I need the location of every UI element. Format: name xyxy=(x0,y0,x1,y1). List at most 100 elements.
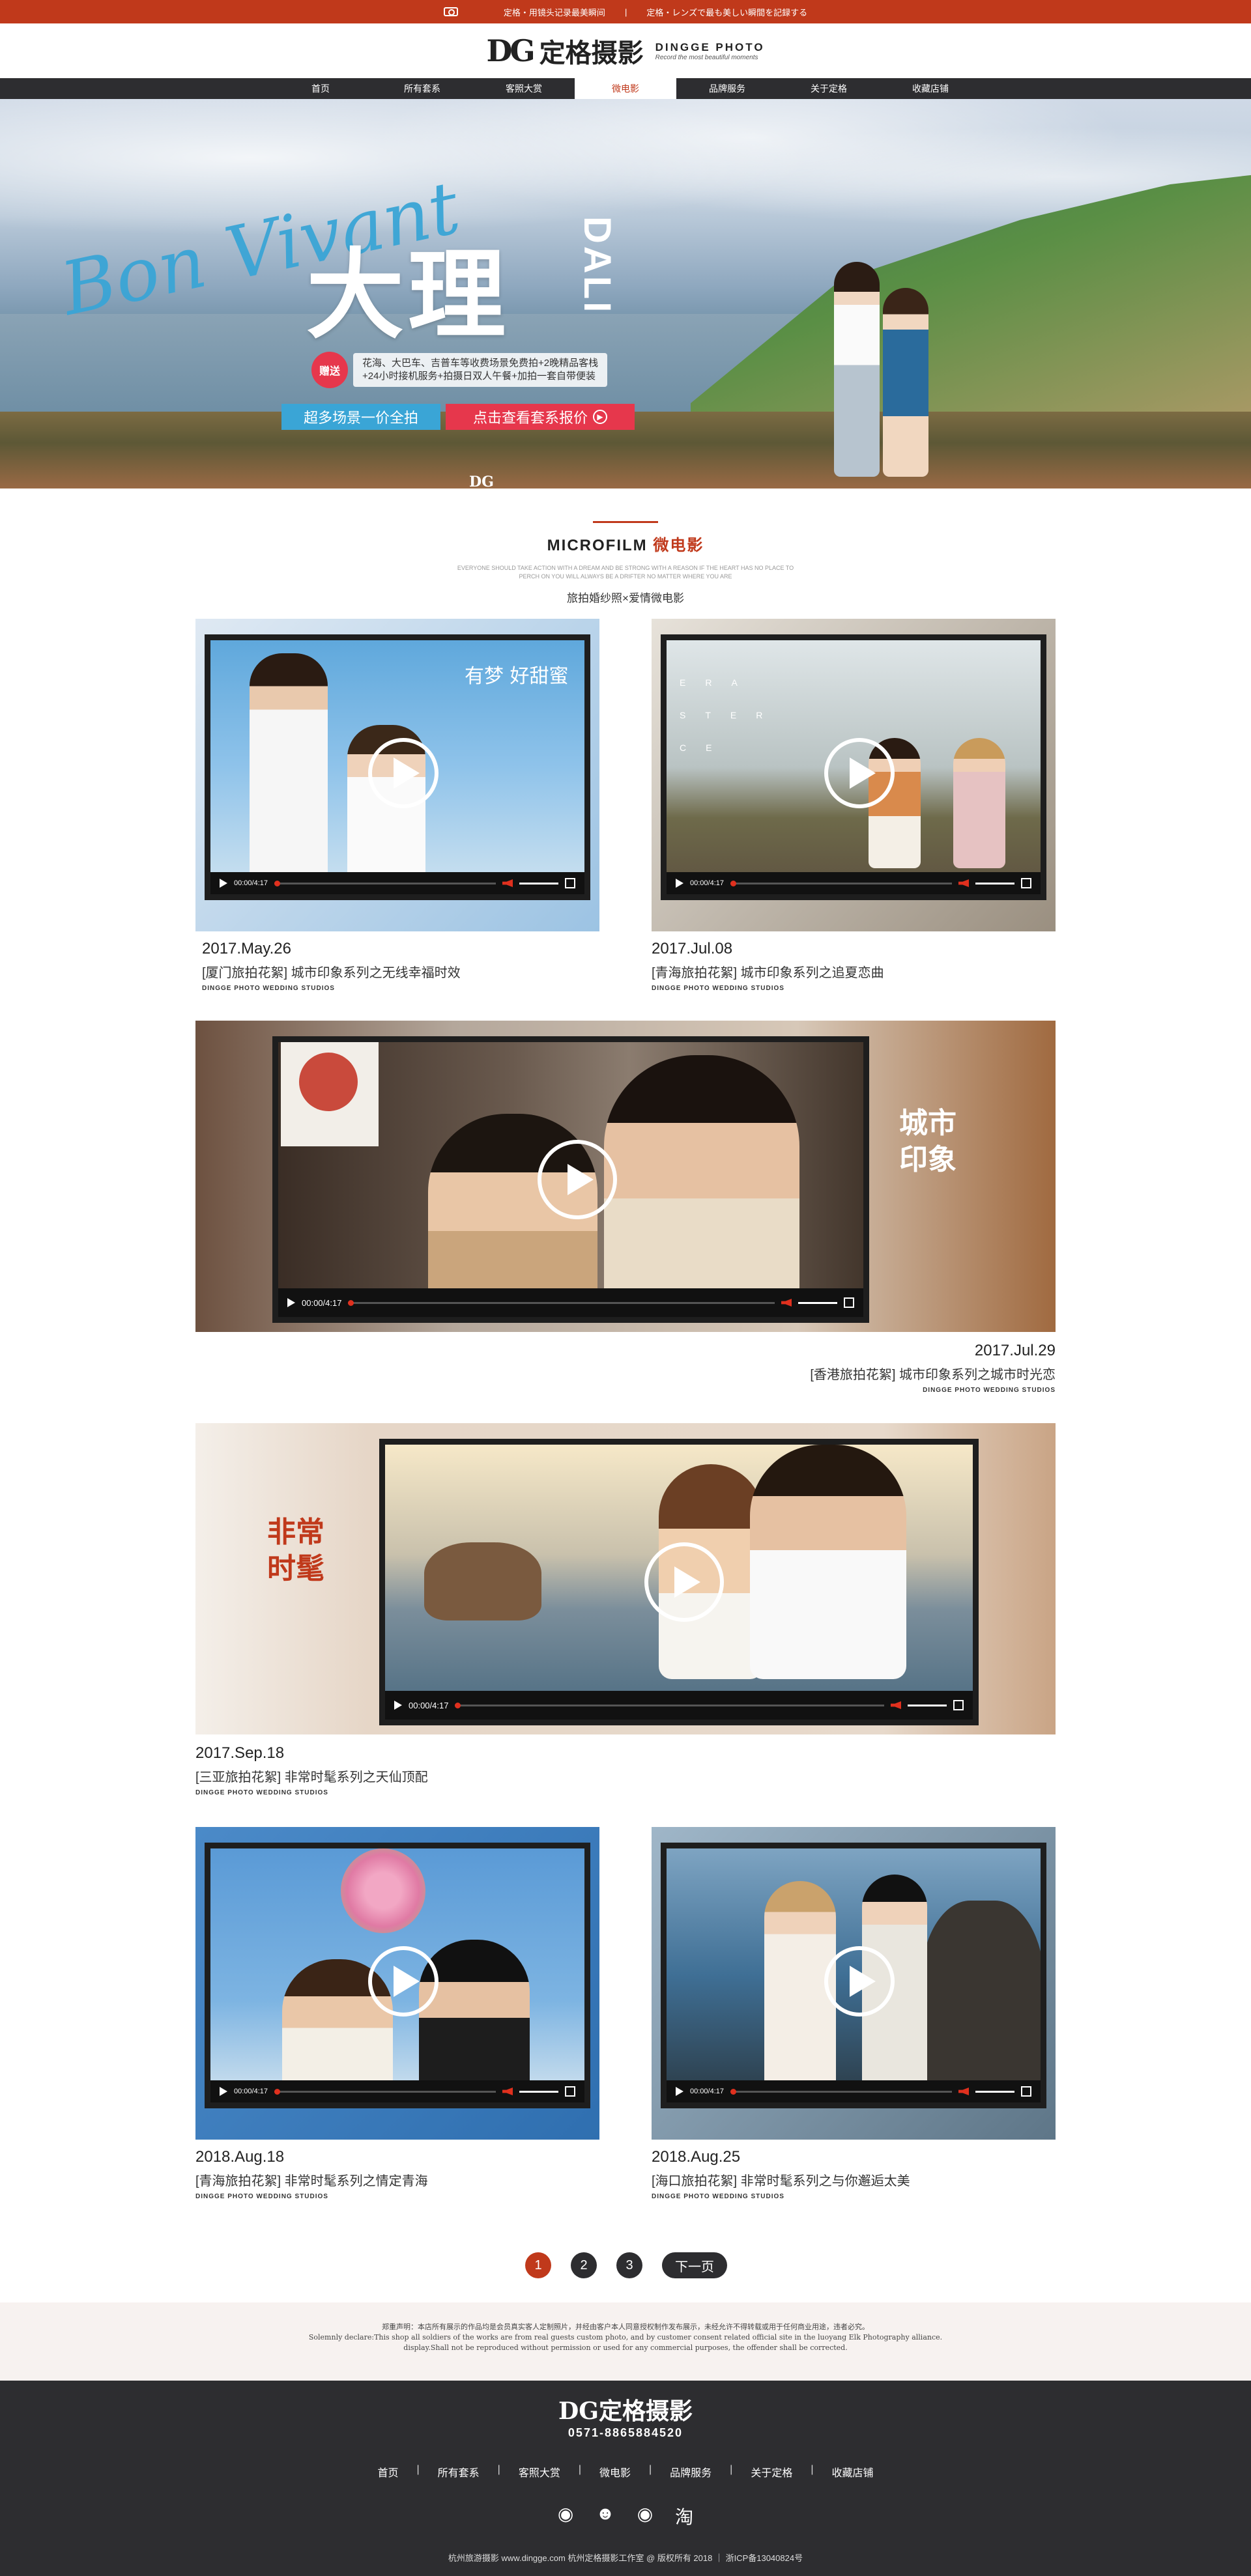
video-card-qinghai[interactable]: ERA STER CE 00:00/4:17 xyxy=(652,619,1056,931)
video-player[interactable]: 00:00/4:17 xyxy=(205,1843,590,2108)
weibo-icon[interactable]: ◉ xyxy=(558,2503,573,2529)
next-page-button[interactable]: 下一页 xyxy=(662,2252,727,2278)
video-card-hongkong[interactable]: 00:00/4:17 城市 印象 xyxy=(195,1021,1056,1332)
play-icon[interactable] xyxy=(824,738,895,808)
video-still-person xyxy=(953,738,1005,868)
video-still-rock xyxy=(921,1901,1041,2102)
page-button-1[interactable]: 1 xyxy=(525,2252,551,2278)
progress-bar[interactable] xyxy=(730,880,952,886)
play-icon[interactable] xyxy=(824,1946,895,2017)
video-player[interactable]: 00:00/4:17 xyxy=(272,1036,869,1323)
gift-line-1: 花海、大巴车、吉普车等收费场景免费拍+2晚精品客栈 xyxy=(362,358,599,369)
nav-item-favorite-shop[interactable]: 收藏店铺 xyxy=(880,78,981,99)
video-title[interactable]: [三亚旅拍花絮] 非常时髦系列之天仙顶配 xyxy=(195,1766,428,1785)
volume-slider[interactable] xyxy=(975,2090,1014,2093)
footer-nav: 首页 | 所有套系 | 客照大赏 | 微电影 | 品牌服务 | 关于定格 | 收藏店铺 xyxy=(0,2464,1251,2480)
video-studio: DINGGE PHOTO WEDDING STUDIOS xyxy=(652,2193,784,2200)
footer-link-favorite[interactable]: 收藏店铺 xyxy=(832,2464,874,2480)
nav-item-packages[interactable]: 所有套系 xyxy=(371,78,473,99)
video-card-sanya[interactable]: 00:00/4:17 非常 时髦 xyxy=(195,1423,1056,1734)
site-logo[interactable]: DG 定格摄影 DINGGE PHOTO Record the most bea… xyxy=(486,32,764,70)
video-player[interactable]: ERA STER CE 00:00/4:17 xyxy=(661,634,1046,900)
main-nav: 首页 所有套系 客照大赏 微电影 品牌服务 关于定格 收藏店铺 xyxy=(0,78,1251,99)
volume-icon[interactable] xyxy=(958,879,969,887)
nav-item-microfilm[interactable]: 微电影 xyxy=(575,78,676,99)
progress-bar[interactable] xyxy=(274,880,496,886)
all-scenes-button[interactable]: 超多场景一价全拍 xyxy=(281,404,440,430)
footer-link-home[interactable]: 首页 xyxy=(377,2464,398,2480)
video-title[interactable]: [青海旅拍花絮] 非常时髦系列之情定青海 xyxy=(195,2170,428,2189)
page-button-3[interactable]: 3 xyxy=(616,2252,642,2278)
volume-icon[interactable] xyxy=(781,1299,792,1307)
taobao-icon[interactable]: 淘 xyxy=(675,2503,693,2529)
video-title[interactable]: [海口旅拍花絮] 非常时髦系列之与你邂逅太美 xyxy=(652,2170,910,2189)
volume-slider[interactable] xyxy=(908,1704,947,1706)
play-small-icon[interactable] xyxy=(676,879,683,888)
volume-icon[interactable] xyxy=(891,1701,901,1709)
footer-logo[interactable]: DG定格摄影 xyxy=(0,2392,1251,2426)
footer-link-about[interactable]: 关于定格 xyxy=(751,2464,792,2480)
play-icon[interactable] xyxy=(368,738,439,808)
volume-slider[interactable] xyxy=(798,1301,837,1304)
camera-icon xyxy=(443,7,458,16)
video-still-sign xyxy=(281,1042,379,1146)
nav-item-home[interactable]: 首页 xyxy=(270,78,371,99)
fullscreen-icon[interactable] xyxy=(1021,2086,1031,2097)
fullscreen-icon[interactable] xyxy=(565,2086,575,2097)
wechat-icon[interactable]: ◉ xyxy=(637,2503,653,2529)
bride-figure xyxy=(883,288,928,477)
nav-item-brand-service[interactable]: 品牌服务 xyxy=(676,78,778,99)
play-icon[interactable] xyxy=(368,1946,439,2017)
volume-slider[interactable] xyxy=(975,882,1014,885)
volume-icon[interactable] xyxy=(502,879,513,887)
play-icon[interactable] xyxy=(538,1140,617,1219)
fullscreen-icon[interactable] xyxy=(844,1297,854,1308)
video-date: 2017.Jul.29 xyxy=(974,1342,1056,1359)
progress-bar[interactable] xyxy=(455,1702,884,1708)
video-title[interactable]: [青海旅拍花絮] 城市印象系列之追夏恋曲 xyxy=(652,962,884,981)
footer-link-packages[interactable]: 所有套系 xyxy=(438,2464,480,2480)
volume-slider[interactable] xyxy=(519,882,558,885)
fullscreen-icon[interactable] xyxy=(565,878,575,888)
play-small-icon[interactable] xyxy=(676,2087,683,2096)
video-player[interactable]: 00:00/4:17 xyxy=(379,1439,979,1725)
progress-bar[interactable] xyxy=(730,2088,952,2095)
play-small-icon[interactable] xyxy=(220,2087,227,2096)
video-player[interactable]: 有梦 好甜蜜 00:00/4:17 xyxy=(205,634,590,900)
video-player[interactable]: 00:00/4:17 xyxy=(661,1843,1046,2108)
view-price-button[interactable]: 点击查看套系报价 ▶ xyxy=(446,404,635,430)
nav-item-about[interactable]: 关于定格 xyxy=(778,78,880,99)
footer-link-microfilm[interactable]: 微电影 xyxy=(599,2464,631,2480)
logo-name-en: DINGGE PHOTO xyxy=(655,40,765,53)
footer-link-brand-service[interactable]: 品牌服务 xyxy=(670,2464,712,2480)
progress-bar[interactable] xyxy=(348,1299,775,1306)
video-time: 00:00/4:17 xyxy=(302,1297,342,1308)
fullscreen-icon[interactable] xyxy=(953,1700,964,1710)
volume-icon[interactable] xyxy=(502,2088,513,2095)
play-small-icon[interactable] xyxy=(394,1701,402,1710)
section-rule xyxy=(593,521,658,523)
video-controls: 00:00/4:17 xyxy=(210,2080,584,2102)
video-caption: 2017.Jul.08 [青海旅拍花絮] 城市印象系列之追夏恋曲 DINGGE … xyxy=(652,940,884,992)
video-card-qinghai-2[interactable]: 00:00/4:17 xyxy=(195,1827,599,2140)
hero-banner[interactable]: Bon Vivant 大理 DALI 赠送 花海、大巴车、吉普车等收费场景免费拍… xyxy=(0,99,1251,488)
video-card-haikou[interactable]: 00:00/4:17 xyxy=(652,1827,1056,2140)
play-icon[interactable] xyxy=(644,1542,724,1622)
top-bar: 定格・用镜头记录最美瞬间 | 定格・レンズで最も美しい瞬間を記録する xyxy=(0,0,1251,23)
play-small-icon[interactable] xyxy=(287,1298,295,1307)
fullscreen-icon[interactable] xyxy=(1021,878,1031,888)
video-title[interactable]: [厦门旅拍花絮] 城市印象系列之无线幸福时效 xyxy=(202,962,461,981)
video-date: 2017.May.26 xyxy=(202,940,291,957)
volume-slider[interactable] xyxy=(519,2090,558,2093)
play-small-icon[interactable] xyxy=(220,879,227,888)
video-title[interactable]: [香港旅拍花絮] 城市印象系列之城市时光恋 xyxy=(810,1364,1056,1383)
qq-icon[interactable]: ☻ xyxy=(596,2503,614,2529)
video-card-xiamen[interactable]: 有梦 好甜蜜 00:00/4:17 xyxy=(195,619,599,931)
volume-icon[interactable] xyxy=(958,2088,969,2095)
progress-bar[interactable] xyxy=(274,2088,496,2095)
top-slogan-jp: 定格・レンズで最も美しい瞬間を記録する xyxy=(646,7,808,18)
video-time: 00:00/4:17 xyxy=(690,2088,724,2095)
page-button-2[interactable]: 2 xyxy=(571,2252,597,2278)
nav-item-gallery[interactable]: 客照大赏 xyxy=(473,78,575,99)
footer-link-gallery[interactable]: 客照大赏 xyxy=(519,2464,560,2480)
